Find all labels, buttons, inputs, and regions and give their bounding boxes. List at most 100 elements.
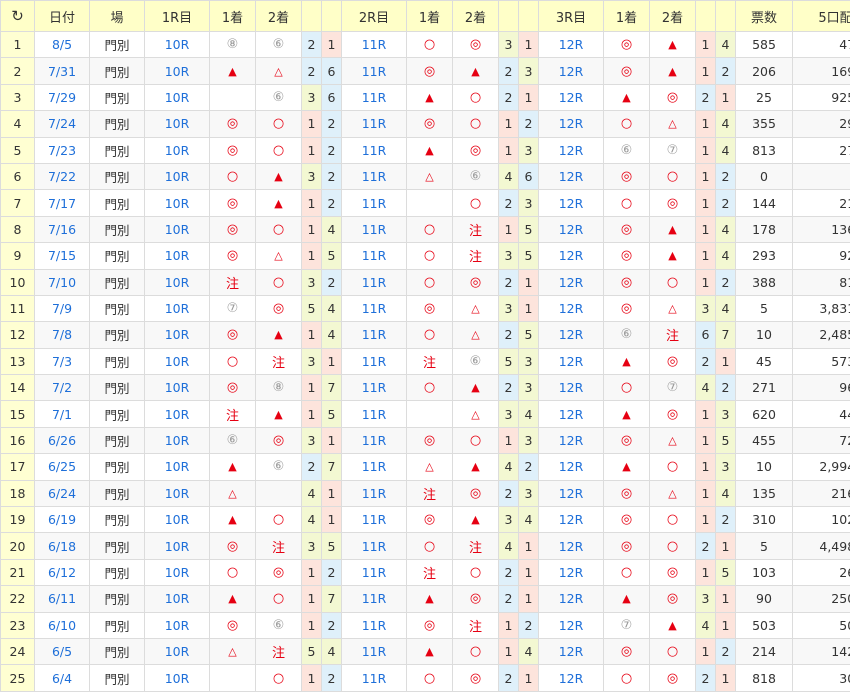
header-race1-first[interactable]: 1着: [209, 0, 256, 32]
race1-link[interactable]: 10R: [144, 506, 210, 534]
race2-link[interactable]: 11R: [341, 57, 407, 85]
race1-link[interactable]: 10R: [144, 57, 210, 85]
race2-link[interactable]: 11R: [341, 347, 407, 376]
race-date-link[interactable]: 6/10: [34, 611, 90, 639]
race1-link[interactable]: 10R: [144, 532, 210, 560]
race2-link[interactable]: 11R: [341, 242, 407, 270]
header-race1-second[interactable]: 2着: [255, 0, 302, 32]
race-date-link[interactable]: 7/16: [34, 215, 90, 244]
race2-link[interactable]: 11R: [341, 321, 407, 349]
race-date-link[interactable]: 7/31: [34, 57, 90, 85]
race2-link[interactable]: 11R: [341, 136, 407, 164]
race2-link[interactable]: 11R: [341, 30, 407, 59]
header-race3[interactable]: 3R目: [538, 0, 604, 32]
race3-link[interactable]: 12R: [538, 611, 604, 639]
race3-link[interactable]: 12R: [538, 400, 604, 428]
race3-link[interactable]: 12R: [538, 242, 604, 270]
race-date-link[interactable]: 6/24: [34, 479, 90, 508]
race3-link[interactable]: 12R: [538, 479, 604, 508]
race3-link[interactable]: 12R: [538, 110, 604, 138]
header-race3-first[interactable]: 1着: [603, 0, 650, 32]
race1-link[interactable]: 10R: [144, 30, 210, 59]
race1-link[interactable]: 10R: [144, 558, 210, 587]
race2-link[interactable]: 11R: [341, 162, 407, 191]
race1-link[interactable]: 10R: [144, 215, 210, 244]
race3-link[interactable]: 12R: [538, 585, 604, 613]
race1-link[interactable]: 10R: [144, 347, 210, 376]
race1-link[interactable]: 10R: [144, 664, 210, 692]
race2-link[interactable]: 11R: [341, 374, 407, 402]
race-date-link[interactable]: 6/4: [34, 664, 90, 692]
race3-link[interactable]: 12R: [538, 453, 604, 481]
refresh-icon[interactable]: ↻: [0, 0, 35, 32]
race-date-link[interactable]: 7/29: [34, 83, 90, 112]
header-venue[interactable]: 場: [89, 0, 145, 32]
race3-link[interactable]: 12R: [538, 374, 604, 402]
race2-link[interactable]: 11R: [341, 453, 407, 481]
race2-link[interactable]: 11R: [341, 611, 407, 639]
race-date-link[interactable]: 6/12: [34, 558, 90, 587]
race3-link[interactable]: 12R: [538, 294, 604, 323]
race3-link[interactable]: 12R: [538, 558, 604, 587]
race3-link[interactable]: 12R: [538, 189, 604, 217]
race3-link[interactable]: 12R: [538, 637, 604, 666]
race3-link[interactable]: 12R: [538, 268, 604, 296]
race1-link[interactable]: 10R: [144, 374, 210, 402]
race1-link[interactable]: 10R: [144, 585, 210, 613]
race1-link[interactable]: 10R: [144, 268, 210, 296]
race-date-link[interactable]: 7/24: [34, 110, 90, 138]
race2-link[interactable]: 11R: [341, 400, 407, 428]
race-date-link[interactable]: 7/17: [34, 189, 90, 217]
race1-link[interactable]: 10R: [144, 611, 210, 639]
race1-link[interactable]: 10R: [144, 294, 210, 323]
race1-link[interactable]: 10R: [144, 189, 210, 217]
race2-link[interactable]: 11R: [341, 83, 407, 112]
race3-link[interactable]: 12R: [538, 83, 604, 112]
race1-link[interactable]: 10R: [144, 400, 210, 428]
race-date-link[interactable]: 6/26: [34, 426, 90, 455]
race2-link[interactable]: 11R: [341, 637, 407, 666]
race1-link[interactable]: 10R: [144, 453, 210, 481]
race2-link[interactable]: 11R: [341, 110, 407, 138]
race1-link[interactable]: 10R: [144, 162, 210, 191]
header-date[interactable]: 日付: [34, 0, 90, 32]
race-date-link[interactable]: 6/11: [34, 585, 90, 613]
race3-link[interactable]: 12R: [538, 136, 604, 164]
race3-link[interactable]: 12R: [538, 347, 604, 376]
header-payout[interactable]: 5口配当: [792, 0, 850, 32]
race1-link[interactable]: 10R: [144, 637, 210, 666]
race3-link[interactable]: 12R: [538, 532, 604, 560]
race-date-link[interactable]: 6/5: [34, 637, 90, 666]
race-date-link[interactable]: 7/2: [34, 374, 90, 402]
race3-link[interactable]: 12R: [538, 321, 604, 349]
race2-link[interactable]: 11R: [341, 558, 407, 587]
race1-link[interactable]: 10R: [144, 321, 210, 349]
race-date-link[interactable]: 7/1: [34, 400, 90, 428]
race2-link[interactable]: 11R: [341, 215, 407, 244]
race2-link[interactable]: 11R: [341, 268, 407, 296]
race1-link[interactable]: 10R: [144, 110, 210, 138]
race1-link[interactable]: 10R: [144, 426, 210, 455]
race3-link[interactable]: 12R: [538, 664, 604, 692]
race1-link[interactable]: 10R: [144, 242, 210, 270]
header-race2-first[interactable]: 1着: [406, 0, 453, 32]
race-date-link[interactable]: 6/18: [34, 532, 90, 560]
header-race1[interactable]: 1R目: [144, 0, 210, 32]
race3-link[interactable]: 12R: [538, 30, 604, 59]
race-date-link[interactable]: 7/9: [34, 294, 90, 323]
race-date-link[interactable]: 7/15: [34, 242, 90, 270]
race-date-link[interactable]: 8/5: [34, 30, 90, 59]
race3-link[interactable]: 12R: [538, 426, 604, 455]
race2-link[interactable]: 11R: [341, 664, 407, 692]
header-race2-second[interactable]: 2着: [452, 0, 499, 32]
race-date-link[interactable]: 7/23: [34, 136, 90, 164]
race-date-link[interactable]: 7/3: [34, 347, 90, 376]
race3-link[interactable]: 12R: [538, 162, 604, 191]
race-date-link[interactable]: 7/22: [34, 162, 90, 191]
header-race2[interactable]: 2R目: [341, 0, 407, 32]
header-votes[interactable]: 票数: [735, 0, 793, 32]
race3-link[interactable]: 12R: [538, 57, 604, 85]
race3-link[interactable]: 12R: [538, 506, 604, 534]
race2-link[interactable]: 11R: [341, 532, 407, 560]
race2-link[interactable]: 11R: [341, 506, 407, 534]
